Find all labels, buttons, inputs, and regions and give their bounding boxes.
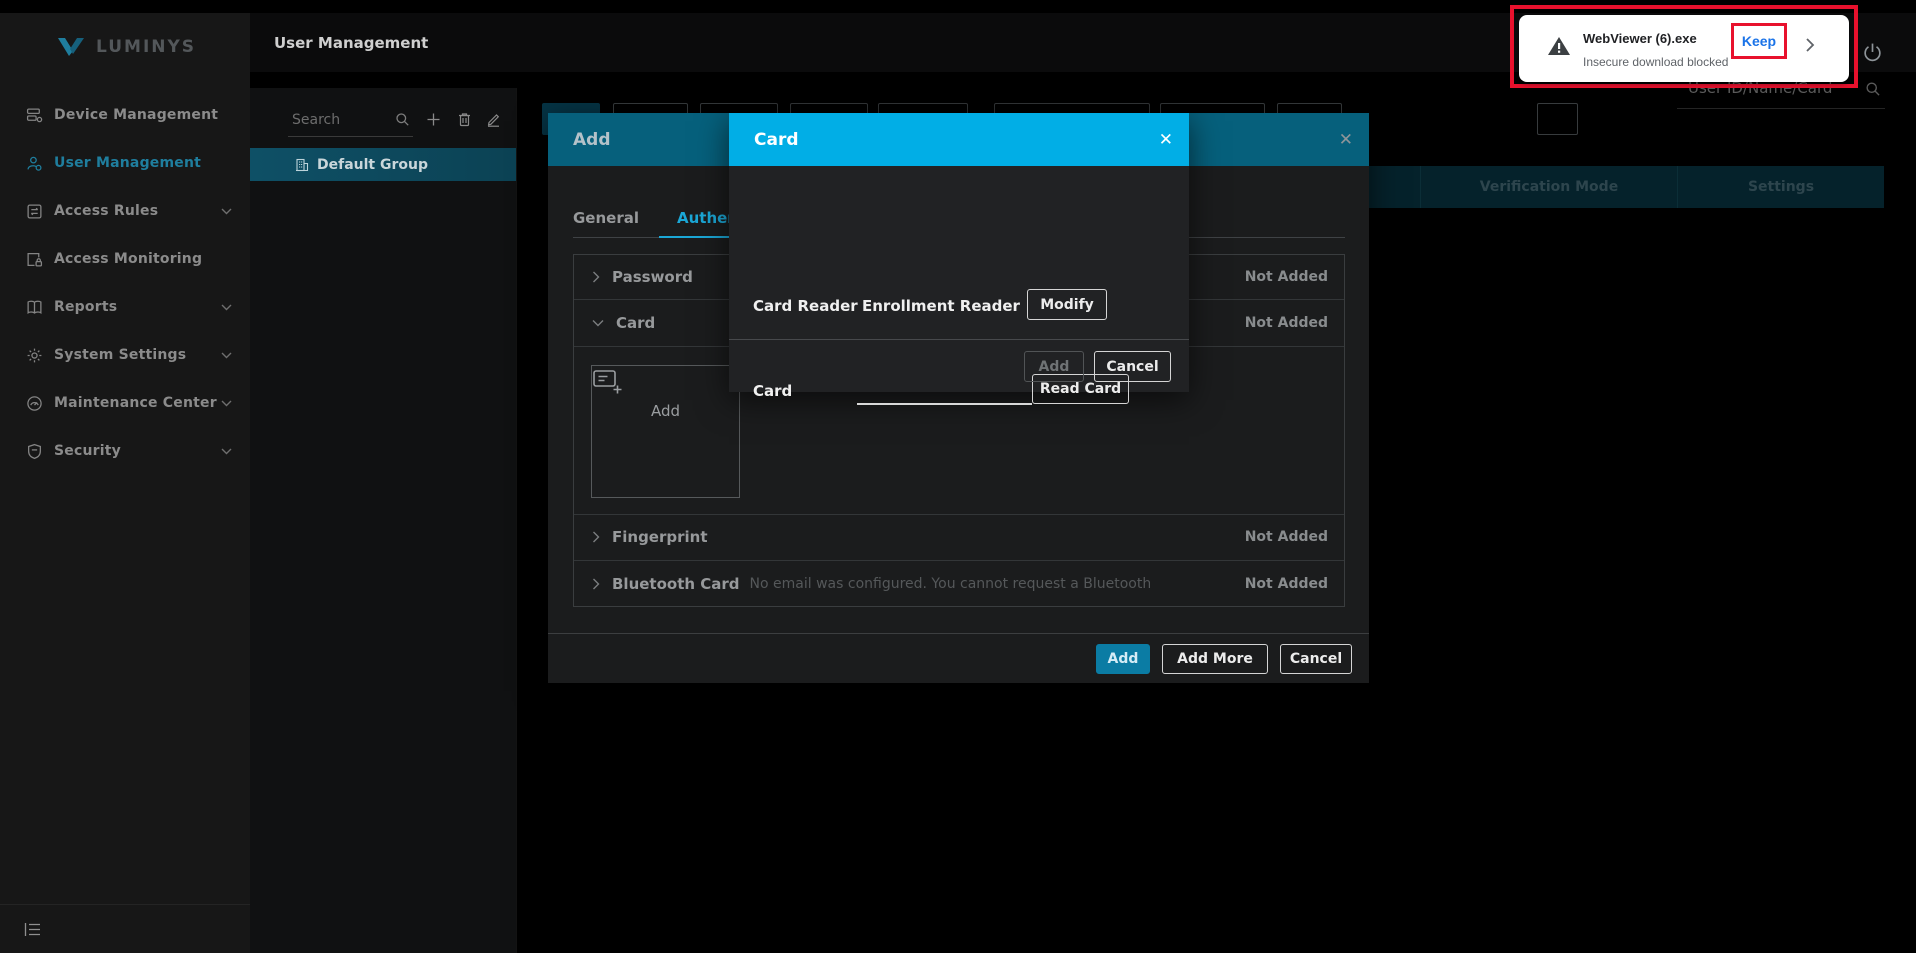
status-badge: Not Added bbox=[1244, 315, 1328, 331]
download-filename: WebViewer (6).exe bbox=[1583, 31, 1697, 46]
sidebar-item-label: Security bbox=[54, 443, 121, 459]
sidebar-item-security[interactable]: Security bbox=[0, 427, 250, 475]
download-notification: WebViewer (6).exe Insecure download bloc… bbox=[1519, 15, 1849, 82]
accordion-fingerprint[interactable]: Fingerprint Not Added bbox=[574, 514, 1344, 561]
card-modal: Card ✕ Card Reader Enrollment Reader Mod… bbox=[729, 113, 1189, 405]
chevron-down-icon bbox=[221, 208, 232, 215]
gear-icon bbox=[26, 347, 43, 364]
card-modal-footer-divider bbox=[729, 339, 1189, 340]
gauge-icon bbox=[26, 395, 43, 412]
close-icon[interactable]: ✕ bbox=[1339, 130, 1353, 150]
accordion-label: Fingerprint bbox=[612, 528, 708, 546]
sidebar-item-reports[interactable]: Reports bbox=[0, 283, 250, 331]
brand-name: LUMINYS bbox=[96, 37, 197, 57]
card-add-button[interactable]: Add bbox=[1024, 351, 1084, 382]
accordion-label: Bluetooth Card bbox=[612, 574, 740, 593]
page-title: User Management bbox=[274, 33, 429, 52]
app-root: LUMINYS Device Management User Managemen… bbox=[0, 0, 1916, 953]
sidebar-item-device-management[interactable]: Device Management bbox=[0, 91, 250, 139]
add-modal-footer: Add Add More Cancel bbox=[548, 633, 1369, 674]
reports-icon bbox=[26, 299, 43, 316]
close-icon[interactable]: ✕ bbox=[1159, 130, 1173, 150]
access-rules-icon bbox=[26, 203, 43, 220]
download-warning-annotation: WebViewer (6).exe Insecure download bloc… bbox=[1510, 5, 1858, 88]
add-group-icon[interactable] bbox=[426, 112, 441, 127]
brand-logo: LUMINYS bbox=[0, 13, 250, 77]
user-icon bbox=[26, 155, 43, 172]
building-icon bbox=[295, 158, 309, 172]
accordion-bluetooth-card[interactable]: Bluetooth Card No email was configured. … bbox=[574, 561, 1344, 606]
group-item-default[interactable]: Default Group bbox=[250, 148, 516, 181]
sidebar-nav: Device Management User Management Access… bbox=[0, 91, 250, 475]
status-badge: Not Added bbox=[1244, 529, 1328, 545]
sidebar: LUMINYS Device Management User Managemen… bbox=[0, 13, 250, 953]
chevron-right-icon bbox=[592, 531, 600, 543]
chevron-down-icon bbox=[221, 352, 232, 359]
card-modal-header: Card ✕ bbox=[729, 113, 1189, 166]
card-number-input[interactable] bbox=[857, 374, 1032, 405]
chevron-down-icon bbox=[221, 448, 232, 455]
chevron-down-icon bbox=[221, 400, 232, 407]
group-search-row: Search bbox=[250, 88, 516, 146]
card-plus-icon bbox=[592, 366, 739, 396]
keep-button-annotation: Keep bbox=[1731, 23, 1787, 59]
status-badge: Not Added bbox=[1244, 269, 1328, 285]
group-search-underline bbox=[288, 136, 413, 137]
group-search-input[interactable]: Search bbox=[292, 112, 340, 128]
bluetooth-note: No email was configured. You cannot requ… bbox=[749, 575, 1150, 592]
sidebar-item-access-rules[interactable]: Access Rules bbox=[0, 187, 250, 235]
sidebar-footer bbox=[0, 904, 250, 953]
add-modal-title: Add bbox=[573, 129, 611, 150]
add-card-tile-label: Add bbox=[650, 402, 681, 420]
warning-icon bbox=[1547, 35, 1571, 57]
chevron-right-icon[interactable] bbox=[1805, 37, 1815, 53]
sidebar-item-maintenance-center[interactable]: Maintenance Center bbox=[0, 379, 250, 427]
add-more-button[interactable]: Add More bbox=[1162, 644, 1268, 674]
collapse-sidebar-icon[interactable] bbox=[24, 922, 41, 937]
sidebar-item-label: Reports bbox=[54, 299, 118, 315]
accordion-label: Password bbox=[612, 268, 693, 286]
card-reader-label: Card Reader bbox=[753, 297, 858, 315]
chevron-down-icon bbox=[592, 319, 604, 327]
delete-group-icon[interactable] bbox=[457, 112, 472, 127]
sidebar-item-user-management[interactable]: User Management bbox=[0, 139, 250, 187]
tab-general[interactable]: General bbox=[573, 209, 639, 227]
accordion-label: Card bbox=[616, 314, 656, 332]
cancel-button[interactable]: Cancel bbox=[1280, 644, 1352, 674]
card-reader-value: Enrollment Reader bbox=[862, 297, 1020, 315]
download-status-text: Insecure download blocked bbox=[1583, 55, 1729, 69]
status-badge: Not Added bbox=[1244, 575, 1328, 592]
sidebar-item-label: Access Rules bbox=[54, 203, 159, 219]
chevron-down-icon bbox=[221, 304, 232, 311]
sidebar-item-label: Maintenance Center bbox=[54, 395, 217, 411]
search-icon[interactable] bbox=[395, 112, 410, 127]
chevron-right-icon bbox=[592, 578, 600, 590]
modify-button[interactable]: Modify bbox=[1027, 289, 1107, 320]
keep-button[interactable]: Keep bbox=[1742, 33, 1776, 49]
devices-icon bbox=[26, 107, 43, 124]
luminys-logo-icon bbox=[56, 35, 86, 59]
shield-icon bbox=[26, 443, 43, 460]
sidebar-item-label: Device Management bbox=[54, 107, 219, 123]
add-button[interactable]: Add bbox=[1096, 644, 1150, 674]
chevron-right-icon bbox=[592, 271, 600, 283]
card-number-label: Card bbox=[753, 382, 793, 400]
group-name: Default Group bbox=[317, 156, 428, 173]
sidebar-item-label: User Management bbox=[54, 155, 202, 171]
edit-group-icon[interactable] bbox=[486, 112, 501, 127]
card-modal-title: Card bbox=[754, 129, 799, 150]
sidebar-item-label: Access Monitoring bbox=[54, 251, 203, 267]
add-card-tile[interactable]: Add bbox=[591, 365, 740, 498]
power-icon[interactable] bbox=[1862, 42, 1883, 63]
sidebar-item-system-settings[interactable]: System Settings bbox=[0, 331, 250, 379]
card-cancel-button[interactable]: Cancel bbox=[1094, 351, 1171, 382]
group-panel: Search Default Group bbox=[250, 88, 517, 953]
sidebar-item-access-monitoring[interactable]: Access Monitoring bbox=[0, 235, 250, 283]
sidebar-item-label: System Settings bbox=[54, 347, 187, 363]
access-monitoring-icon bbox=[26, 251, 43, 268]
